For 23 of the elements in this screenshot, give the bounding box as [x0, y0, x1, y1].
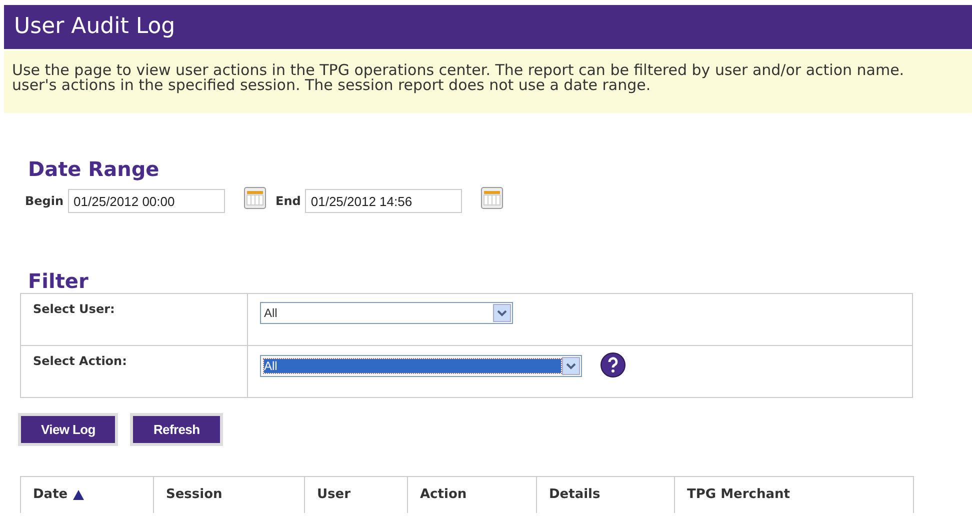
action-button[interactable]: View Log	[18, 413, 118, 446]
action-button[interactable]: Refresh	[130, 413, 223, 446]
field-label: Select Action:	[33, 354, 127, 368]
column-header[interactable]: Date	[33, 485, 68, 504]
date-input[interactable]: 01/25/2012 14:56	[304, 189, 462, 213]
calendar-icon[interactable]	[244, 187, 266, 209]
dropdown[interactable]: All	[260, 302, 513, 324]
section-heading: Filter	[28, 269, 90, 293]
column-header[interactable]: User	[317, 485, 351, 504]
column-header[interactable]: Action	[420, 485, 467, 504]
page-title: User Audit Log	[4, 5, 972, 49]
dropdown[interactable]: All	[260, 355, 582, 377]
caret-icon	[493, 304, 511, 322]
calendar-icon[interactable]	[480, 187, 503, 209]
field-label: End	[276, 193, 301, 210]
help-icon[interactable]	[600, 352, 626, 378]
field-label: Begin	[25, 193, 64, 210]
date-input[interactable]: 01/25/2012 00:00	[68, 189, 225, 213]
description-text: user's actions in the specified session. The session report does not use a date range.	[12, 78, 652, 93]
caret-icon	[562, 357, 580, 375]
section-heading: Date Range	[28, 157, 160, 181]
field-label: Select User:	[33, 302, 115, 316]
description-text: Use the page to view user actions in the TPG operations center. The report can be filtered by user and/or action name.	[12, 63, 906, 78]
